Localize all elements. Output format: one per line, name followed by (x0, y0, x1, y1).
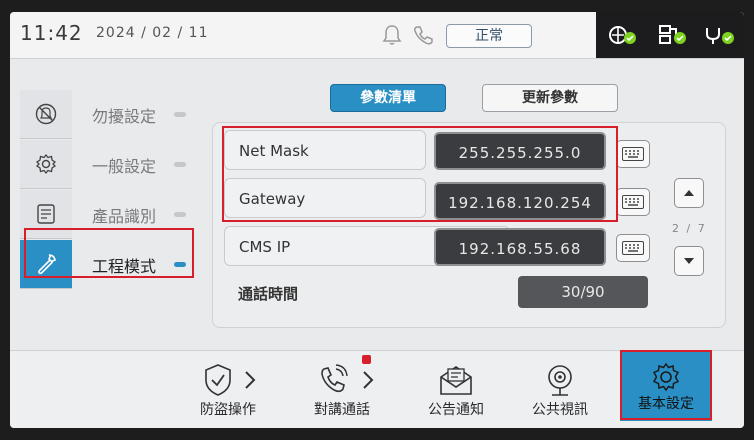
nav-public-video[interactable]: 公共視訊 (510, 359, 610, 423)
server-ok-icon (658, 24, 688, 50)
param-label-call-time: 通話時間 (238, 285, 299, 303)
nav-label: 防盜操作 (200, 402, 256, 418)
settings-sidebar: 勿擾設定 一般設定 產品識別 工程模式 (10, 58, 206, 358)
phone-icon (412, 24, 434, 50)
device-screen: 11:42 2024 / 02 / 11 正常 勿擾設定 一般設定 產品識別 工… (10, 12, 744, 428)
status-bar: 11:42 2024 / 02 / 11 正常 (10, 12, 744, 59)
plug-ok-icon (704, 24, 736, 50)
sidebar-icon-box (20, 90, 72, 139)
sidebar-item-label: 一般設定 (92, 157, 157, 176)
param-value-call-time[interactable]: 30/90 (518, 276, 648, 308)
scroll-down-button[interactable] (674, 246, 704, 276)
sidebar-icon-box (20, 140, 72, 189)
highlight-box (620, 350, 712, 420)
highlight-box (24, 228, 194, 278)
sidebar-indicator (174, 112, 186, 117)
network-ok-icon (608, 24, 638, 50)
clock: 11:42 (20, 21, 83, 45)
scroll-up-button[interactable] (674, 178, 704, 208)
connection-status-area (596, 12, 744, 58)
nav-label: 公共視訊 (532, 402, 588, 418)
nav-intercom[interactable]: 對講通話 (292, 355, 392, 423)
sidebar-item-general-settings[interactable]: 一般設定 (20, 140, 192, 189)
sidebar-item-label: 勿擾設定 (92, 107, 157, 126)
highlight-box (222, 126, 618, 222)
page-indicator: 2 / 7 (672, 222, 707, 235)
date: 2024 / 02 / 11 (96, 25, 209, 41)
mode-badge[interactable]: 正常 (446, 24, 532, 48)
keyboard-button[interactable] (616, 234, 650, 262)
sidebar-indicator (174, 212, 186, 217)
tab-update-params[interactable]: 更新參數 (482, 84, 618, 112)
sidebar-item-do-not-disturb[interactable]: 勿擾設定 (20, 90, 192, 139)
bell-icon (382, 24, 402, 50)
sidebar-indicator (174, 162, 186, 167)
keyboard-button[interactable] (616, 140, 650, 168)
keyboard-button[interactable] (616, 188, 650, 216)
nav-label: 公告通知 (428, 402, 484, 418)
tab-param-list[interactable]: 參數清單 (330, 84, 446, 112)
nav-anti-theft[interactable]: 防盜操作 (178, 359, 278, 423)
param-value-cms-ip[interactable]: 192.168.55.68 (434, 228, 606, 266)
nav-announcement[interactable]: 公告通知 (406, 359, 506, 423)
sidebar-item-label: 產品識別 (92, 207, 157, 226)
nav-label: 對講通話 (314, 402, 370, 418)
